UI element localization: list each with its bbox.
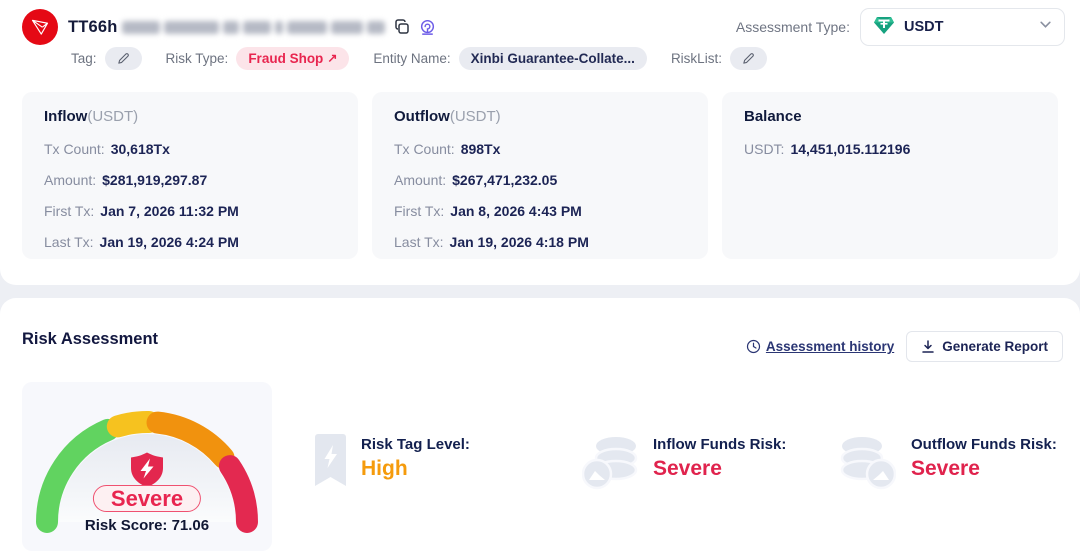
risk-assessment-title: Risk Assessment — [22, 330, 158, 349]
risk-type-pill[interactable]: Fraud Shop ↗ — [236, 47, 349, 70]
outflow-first-tx: First Tx:Jan 8, 2026 4:43 PM — [394, 196, 686, 227]
address-redacted — [122, 21, 385, 34]
outflow-amount: Amount:$267,471,232.05 — [394, 165, 686, 196]
outflow-funds-icon — [840, 434, 896, 495]
assessment-history-link[interactable]: Assessment history — [746, 339, 894, 354]
address-summary-panel: TT66h Assessment Type: — [0, 0, 1080, 285]
risklist-label: RiskList: — [671, 51, 722, 66]
inflow-tx-count: Tx Count:30,618Tx — [44, 134, 336, 165]
inflow-funds-risk-value: Severe — [653, 457, 786, 481]
risk-score-gauge: Severe Risk Score: 71.06 — [22, 382, 272, 551]
address-prefix: TT66h — [68, 18, 118, 37]
chevron-down-icon — [1039, 18, 1052, 36]
risk-assessment-actions: Assessment history Generate Report — [746, 331, 1063, 362]
risk-type-value: Fraud Shop — [248, 51, 323, 66]
risk-score-text: Risk Score: 71.06 — [22, 517, 272, 534]
outflow-funds-risk-label: Outflow Funds Risk: — [911, 436, 1057, 453]
risk-type-label: Risk Type: — [166, 51, 229, 66]
risk-tag-level-label: Risk Tag Level: — [361, 436, 470, 453]
entity-name-value: Xinbi Guarantee-Collate... — [471, 51, 635, 66]
copy-address-icon[interactable] — [394, 19, 410, 35]
inflow-funds-risk-label: Inflow Funds Risk: — [653, 436, 786, 453]
balance-card-title: Balance — [744, 108, 1036, 125]
edit-tag-button[interactable] — [105, 47, 142, 70]
download-icon — [921, 340, 935, 354]
entity-name-pill[interactable]: Xinbi Guarantee-Collate... — [459, 47, 647, 70]
entity-name-label: Entity Name: — [373, 51, 450, 66]
clock-icon — [746, 339, 761, 354]
tag-row: Tag: Risk Type: Fraud Shop ↗ Entity Name… — [71, 46, 767, 70]
inflow-funds-icon — [582, 434, 638, 495]
assessment-type-select[interactable]: USDT — [860, 8, 1065, 46]
tag-label: Tag: — [71, 51, 97, 66]
risk-assessment-panel: Risk Assessment Assessment history Gener… — [0, 298, 1080, 551]
edit-risklist-button[interactable] — [730, 47, 767, 70]
inflow-amount: Amount:$281,919,297.87 — [44, 165, 336, 196]
inflow-card-title: Inflow(USDT) — [44, 108, 336, 125]
assessment-type-label: Assessment Type: — [736, 19, 850, 35]
inflow-first-tx: First Tx:Jan 7, 2026 11:32 PM — [44, 196, 336, 227]
outflow-card: Outflow(USDT) Tx Count:898Tx Amount:$267… — [372, 92, 708, 259]
assessment-type-wrap: Assessment Type: USDT — [736, 8, 1065, 46]
inflow-last-tx: Last Tx:Jan 19, 2026 4:24 PM — [44, 227, 336, 258]
assessment-type-value: USDT — [904, 19, 943, 35]
risk-tag-level-value: High — [361, 457, 470, 481]
outflow-card-title: Outflow(USDT) — [394, 108, 686, 125]
explorer-link-icon[interactable] — [419, 19, 436, 36]
balance-usdt: USDT:14,451,015.112196 — [744, 134, 1036, 165]
balance-card: Balance USDT:14,451,015.112196 — [722, 92, 1058, 259]
inflow-funds-risk-block: Inflow Funds Risk: Severe — [582, 434, 786, 495]
generate-report-button[interactable]: Generate Report — [906, 331, 1063, 362]
usdt-token-icon — [873, 14, 895, 41]
address-header-row: TT66h Assessment Type: — [22, 8, 1065, 46]
outflow-last-tx: Last Tx:Jan 19, 2026 4:18 PM — [394, 227, 686, 258]
outflow-tx-count: Tx Count:898Tx — [394, 134, 686, 165]
inflow-card: Inflow(USDT) Tx Count:30,618Tx Amount:$2… — [22, 92, 358, 259]
risk-tag-level-block: Risk Tag Level: High — [315, 434, 470, 491]
bookmark-bolt-icon — [315, 434, 346, 491]
external-link-icon: ↗ — [327, 51, 337, 65]
tron-logo-icon — [22, 9, 58, 45]
outflow-funds-risk-value: Severe — [911, 457, 1057, 481]
risk-level-badge: Severe — [93, 485, 201, 512]
outflow-funds-risk-block: Outflow Funds Risk: Severe — [840, 434, 1057, 495]
